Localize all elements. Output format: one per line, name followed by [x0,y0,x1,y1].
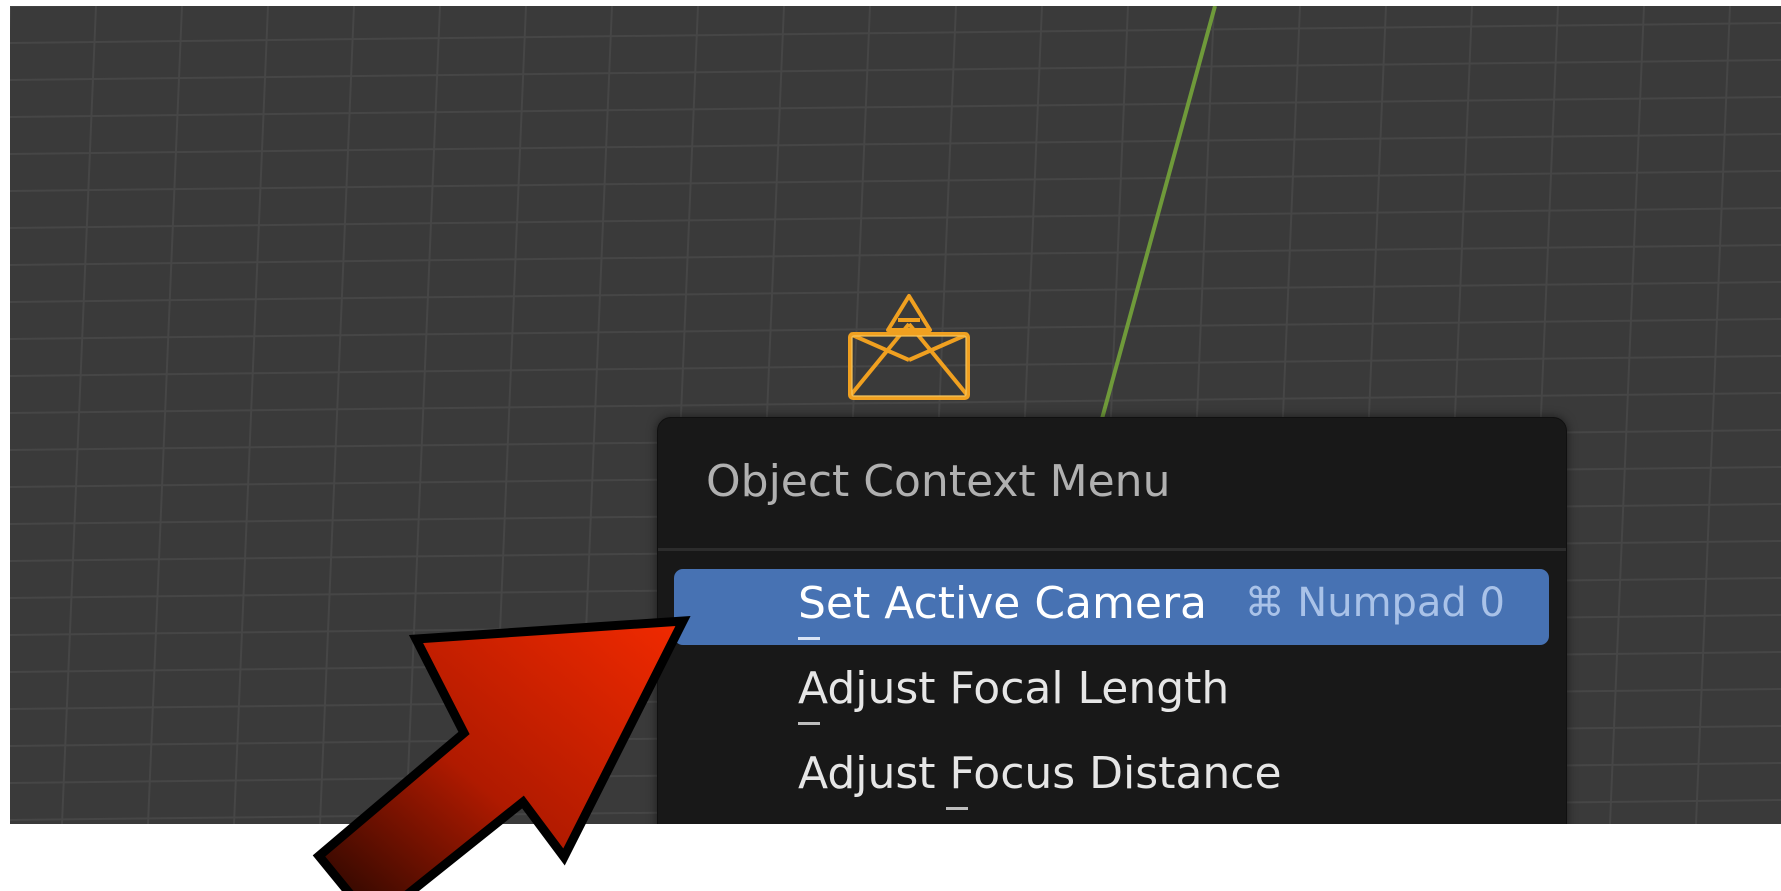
grid-line [10,22,1781,44]
screenshot-stage: Object Context Menu Set Active Camera ⌘ … [0,0,1781,891]
menu-separator [658,548,1566,551]
menu-item-set-active-camera[interactable]: Set Active Camera ⌘ Numpad 0 [674,569,1549,645]
mnemonic-underline [946,807,968,810]
menu-item-shortcut: ⌘ Numpad 0 [1244,580,1505,626]
menu-item-adjust-focus-distance[interactable]: Adjust Focus Distance [674,739,1549,815]
3d-viewport[interactable]: Object Context Menu Set Active Camera ⌘ … [10,6,1781,824]
grid-line [1695,6,1731,824]
grid-line [1609,6,1645,824]
camera-icon [848,294,970,400]
mnemonic-underline [798,637,820,640]
grid-line [10,59,1781,81]
grid-line [10,170,1781,192]
menu-item-label: Adjust Focal Length [798,663,1230,714]
grid-line [10,207,1781,229]
object-context-menu: Object Context Menu Set Active Camera ⌘ … [657,417,1567,824]
grid-line [10,133,1781,155]
menu-item-adjust-focal-length[interactable]: Adjust Focal Length [674,654,1549,730]
menu-item-label: Adjust Focus Distance [798,748,1282,799]
menu-item-label: Set Active Camera [798,578,1207,629]
grid-line [10,244,1781,266]
grid-line [147,6,183,824]
grid-line [61,6,97,824]
camera-object[interactable] [828,284,988,414]
mnemonic-underline [798,722,820,725]
menu-title: Object Context Menu [706,456,1171,507]
grid-line [10,96,1781,118]
pointer-arrow-icon [312,615,691,891]
grid-line [233,6,269,824]
